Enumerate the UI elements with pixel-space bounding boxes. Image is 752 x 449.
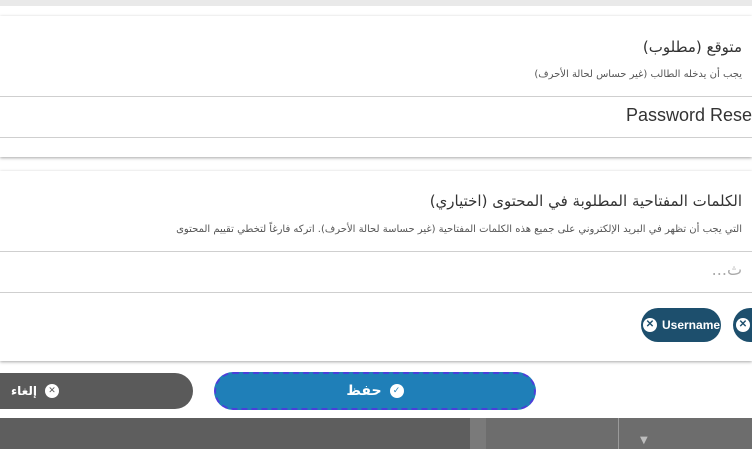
background-divider (470, 418, 486, 449)
keyword-chip-label: Username (662, 318, 721, 332)
keywords-help: التي يجب أن تظهر في البريد الإلكتروني عل… (176, 224, 742, 235)
check-circle-icon: ✓ (389, 384, 404, 398)
expected-answer-field[interactable]: Password Rese (0, 96, 752, 138)
close-icon[interactable]: ✕ (736, 318, 750, 332)
keywords-placeholder: ...ث (711, 260, 742, 279)
save-button[interactable]: حفظ ✓ (214, 372, 536, 410)
dialog-surface: متوقع (مطلوب) يجب أن يدخله الطالب (غير ح… (0, 0, 752, 418)
caret-down-icon: ▼ (640, 435, 648, 446)
save-label: حفظ (346, 383, 382, 399)
background-line (618, 418, 619, 449)
expected-answer-title: متوقع (مطلوب) (642, 38, 742, 56)
background-panel-right (486, 418, 752, 449)
keyword-chip-partial[interactable]: ✕ (733, 308, 752, 342)
keywords-title: الكلمات المفتاحية المطلوبة في المحتوى (ا… (429, 192, 742, 210)
close-circle-icon: ✕ (45, 384, 60, 398)
keywords-card: الكلمات المفتاحية المطلوبة في المحتوى (ا… (0, 171, 752, 361)
close-icon[interactable]: ✕ (643, 318, 657, 332)
keyword-chip-username[interactable]: ✕ Username (641, 308, 721, 342)
top-band (0, 0, 752, 6)
keywords-input[interactable]: ...ث (0, 251, 752, 293)
cancel-label: إلغاء (11, 384, 38, 398)
background-panel (0, 418, 470, 449)
cancel-button[interactable]: إلغاء ✕ (0, 373, 193, 409)
expected-answer-help: يجب أن يدخله الطالب (غير حساس لحالة الأح… (534, 69, 742, 80)
expected-answer-card: متوقع (مطلوب) يجب أن يدخله الطالب (غير ح… (0, 16, 752, 157)
expected-answer-value: Password Rese (626, 105, 752, 125)
